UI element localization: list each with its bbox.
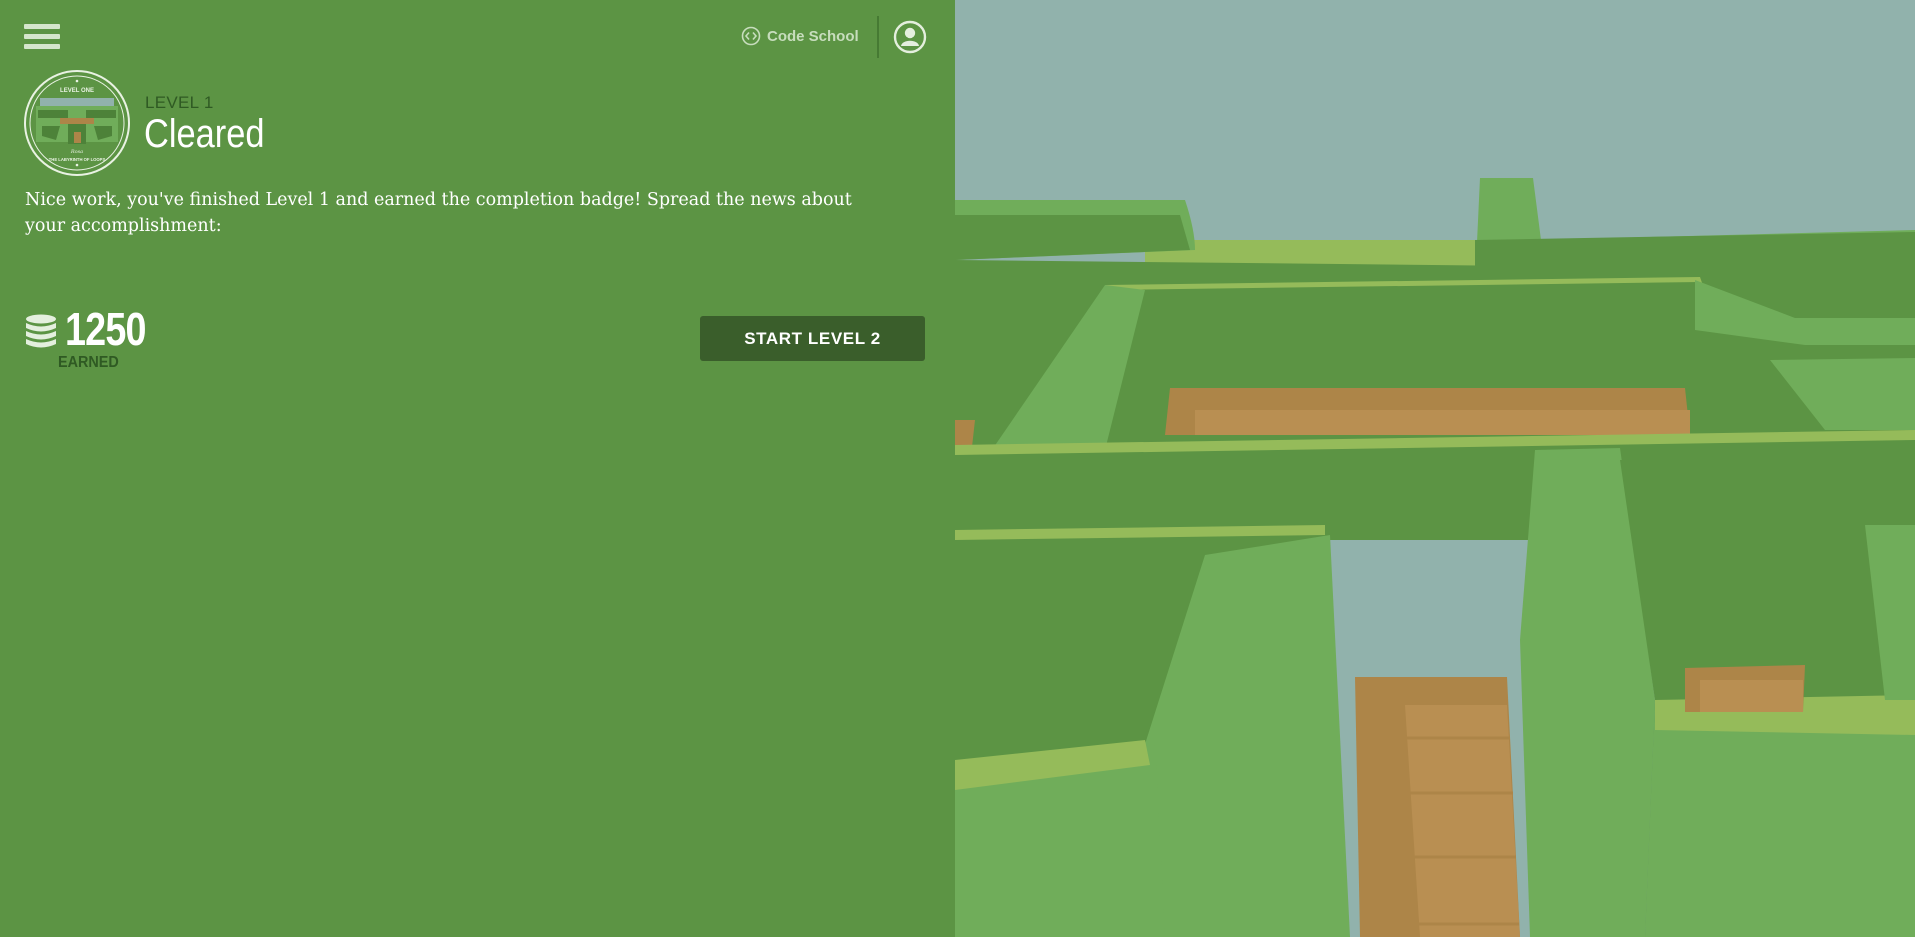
level-one-badge: LEVEL ONE Rosa THE LABYRINTH OF LOOPS xyxy=(24,70,130,176)
completion-message: Nice work, you've finished Level 1 and e… xyxy=(25,190,852,236)
start-level-2-button[interactable]: START LEVEL 2 xyxy=(700,316,925,361)
code-school-link[interactable]: Code School xyxy=(741,24,859,48)
code-school-icon xyxy=(741,26,761,46)
coins-earned-label: EARNED xyxy=(58,354,119,371)
level-label: LEVEL 1 xyxy=(145,93,214,112)
menu-icon[interactable] xyxy=(24,24,60,56)
level-status-title: Cleared xyxy=(144,112,265,156)
coins-earned-value: 1250 xyxy=(65,303,146,355)
header-divider xyxy=(877,16,879,58)
badge-top-text: LEVEL ONE xyxy=(60,88,94,94)
brand-name: Code School xyxy=(767,27,859,45)
badge-bottom-text: THE LABYRINTH OF LOOPS xyxy=(49,157,106,162)
level-complete-panel: Code School LEVEL ONE Rosa THE LABYRINTH… xyxy=(0,0,955,937)
account-icon[interactable] xyxy=(893,20,927,54)
labyrinth-scene-illustration xyxy=(955,0,1915,937)
badge-script-text: Rosa xyxy=(70,149,83,155)
coins-icon xyxy=(26,314,56,348)
